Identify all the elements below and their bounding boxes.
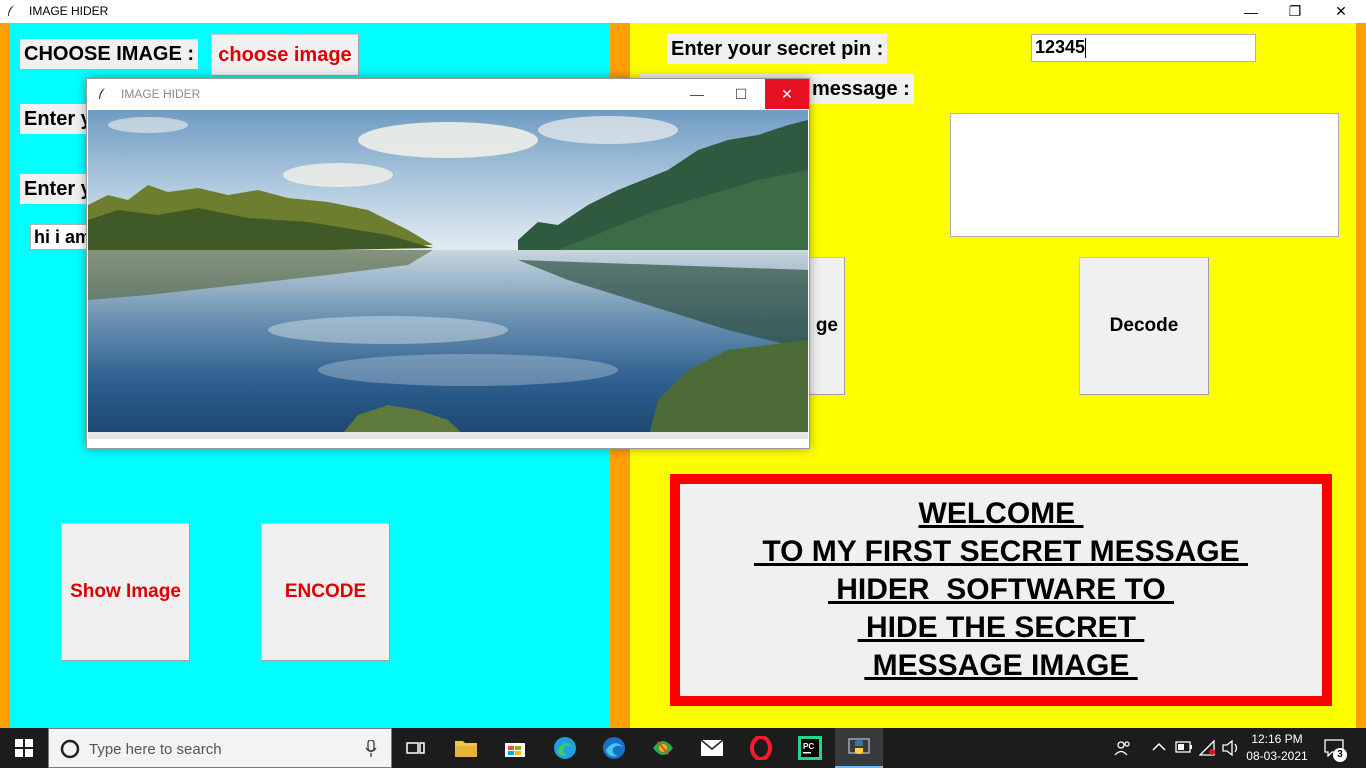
- welcome-line-2: TO MY FIRST SECRET MESSAGE: [754, 535, 1248, 568]
- welcome-banner: WELCOME TO MY FIRST SECRET MESSAGE HIDER…: [670, 474, 1332, 706]
- welcome-line-4: HIDE THE SECRET: [857, 611, 1145, 644]
- lake-landscape-image: [88, 110, 808, 439]
- start-button[interactable]: [0, 728, 48, 768]
- welcome-line-3: HIDER SOFTWARE TO: [827, 573, 1175, 606]
- image-preview-window[interactable]: IMAGE HIDER — ☐ ✕: [86, 78, 810, 449]
- people-icon[interactable]: [1114, 739, 1132, 757]
- chevron-up-icon[interactable]: [1152, 742, 1166, 752]
- encode-button[interactable]: ENCODE: [261, 523, 390, 661]
- windows-logo-icon: [15, 739, 33, 757]
- pin-label: Enter your secret pin :: [667, 34, 888, 64]
- edge-icon[interactable]: [541, 728, 589, 768]
- decoded-message-box[interactable]: [950, 113, 1339, 237]
- battery-icon[interactable]: [1175, 741, 1193, 753]
- text-cursor: [1085, 38, 1087, 59]
- feather-icon: [8, 5, 14, 16]
- pin-input[interactable]: 12345: [1031, 34, 1256, 62]
- task-view-icon[interactable]: [392, 728, 440, 768]
- main-title-bar: IMAGE HIDER — ❐ ✕: [0, 0, 1366, 23]
- welcome-line-5: MESSAGE IMAGE: [864, 649, 1138, 682]
- restore-button[interactable]: ❐: [1272, 0, 1318, 23]
- popup-close-button[interactable]: ✕: [765, 79, 809, 109]
- choose-image-label: CHOOSE IMAGE :: [20, 39, 199, 69]
- opera-icon[interactable]: [737, 728, 785, 768]
- file-explorer-icon[interactable]: [442, 728, 490, 768]
- mail-icon[interactable]: [688, 728, 736, 768]
- popup-title: IMAGE HIDER: [121, 87, 201, 101]
- search-circle-icon: [60, 739, 80, 759]
- svg-text:PC: PC: [803, 742, 814, 751]
- notification-badge: 3: [1333, 748, 1347, 762]
- window-title: IMAGE HIDER: [29, 4, 109, 18]
- choose-image-button[interactable]: choose image: [211, 34, 359, 76]
- lake-landscape-picture: [88, 110, 808, 439]
- popup-minimize-button[interactable]: —: [675, 79, 719, 109]
- minimize-button[interactable]: —: [1228, 0, 1274, 23]
- volume-icon[interactable]: [1222, 740, 1240, 756]
- close-button[interactable]: ✕: [1318, 0, 1364, 23]
- clock-time[interactable]: 12:16 PM: [1248, 732, 1306, 746]
- store-icon[interactable]: [491, 728, 539, 768]
- show-image-button[interactable]: Show Image: [61, 523, 190, 661]
- welcome-line-1: WELCOME: [918, 497, 1084, 530]
- pycharm-icon[interactable]: PC: [786, 728, 834, 768]
- enter-label-1: Enter y: [20, 104, 96, 134]
- search-placeholder: Type here to search: [89, 741, 222, 758]
- network-warning-icon[interactable]: [1199, 740, 1217, 756]
- microphone-icon[interactable]: [365, 740, 377, 758]
- edge-dev-icon[interactable]: [590, 728, 638, 768]
- clock-date[interactable]: 08-03-2021: [1244, 749, 1310, 763]
- popup-maximize-button[interactable]: ☐: [719, 79, 763, 109]
- enter-label-2: Enter y: [20, 174, 96, 204]
- pin-value: 12345: [1035, 37, 1086, 57]
- popup-title-bar[interactable]: IMAGE HIDER — ☐ ✕: [87, 79, 809, 110]
- windows-taskbar: Type here to search PC 12:16 PM 08-03-20…: [0, 728, 1366, 768]
- photos-icon[interactable]: [639, 728, 687, 768]
- python-icon[interactable]: [835, 728, 883, 768]
- taskbar-search-box[interactable]: Type here to search: [48, 728, 392, 768]
- feather-icon: [99, 88, 105, 99]
- decode-button[interactable]: Decode: [1079, 257, 1209, 395]
